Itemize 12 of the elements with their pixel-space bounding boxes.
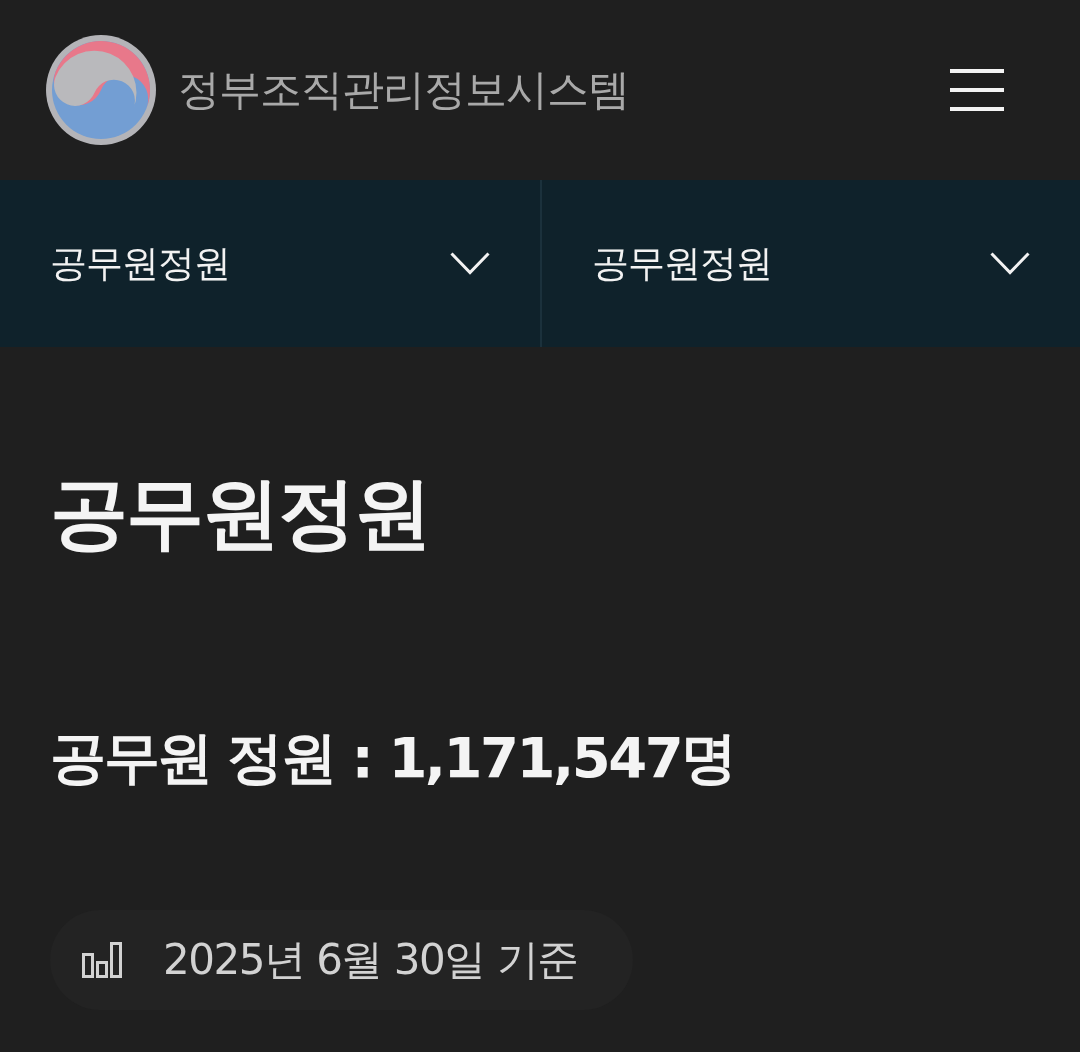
chevron-down-icon (990, 252, 1030, 275)
site-title: 정부조직관리정보시스템 (178, 64, 629, 116)
page-heading: 공무원정원 (50, 467, 430, 560)
as-of-date: 2025년 6월 30일 기준 (163, 934, 578, 986)
logo-icon (46, 35, 156, 145)
bar-chart-icon (82, 942, 122, 978)
chevron-down-icon (450, 252, 490, 275)
menu-icon (950, 69, 1004, 111)
category-dropdown[interactable]: 공무원정원 (540, 180, 1080, 347)
menu-button[interactable] (950, 69, 1004, 111)
headcount-summary: 공무원 정원 : 1,171,547명 (50, 725, 735, 791)
category-dropdown[interactable]: 공무원정원 (0, 180, 540, 347)
